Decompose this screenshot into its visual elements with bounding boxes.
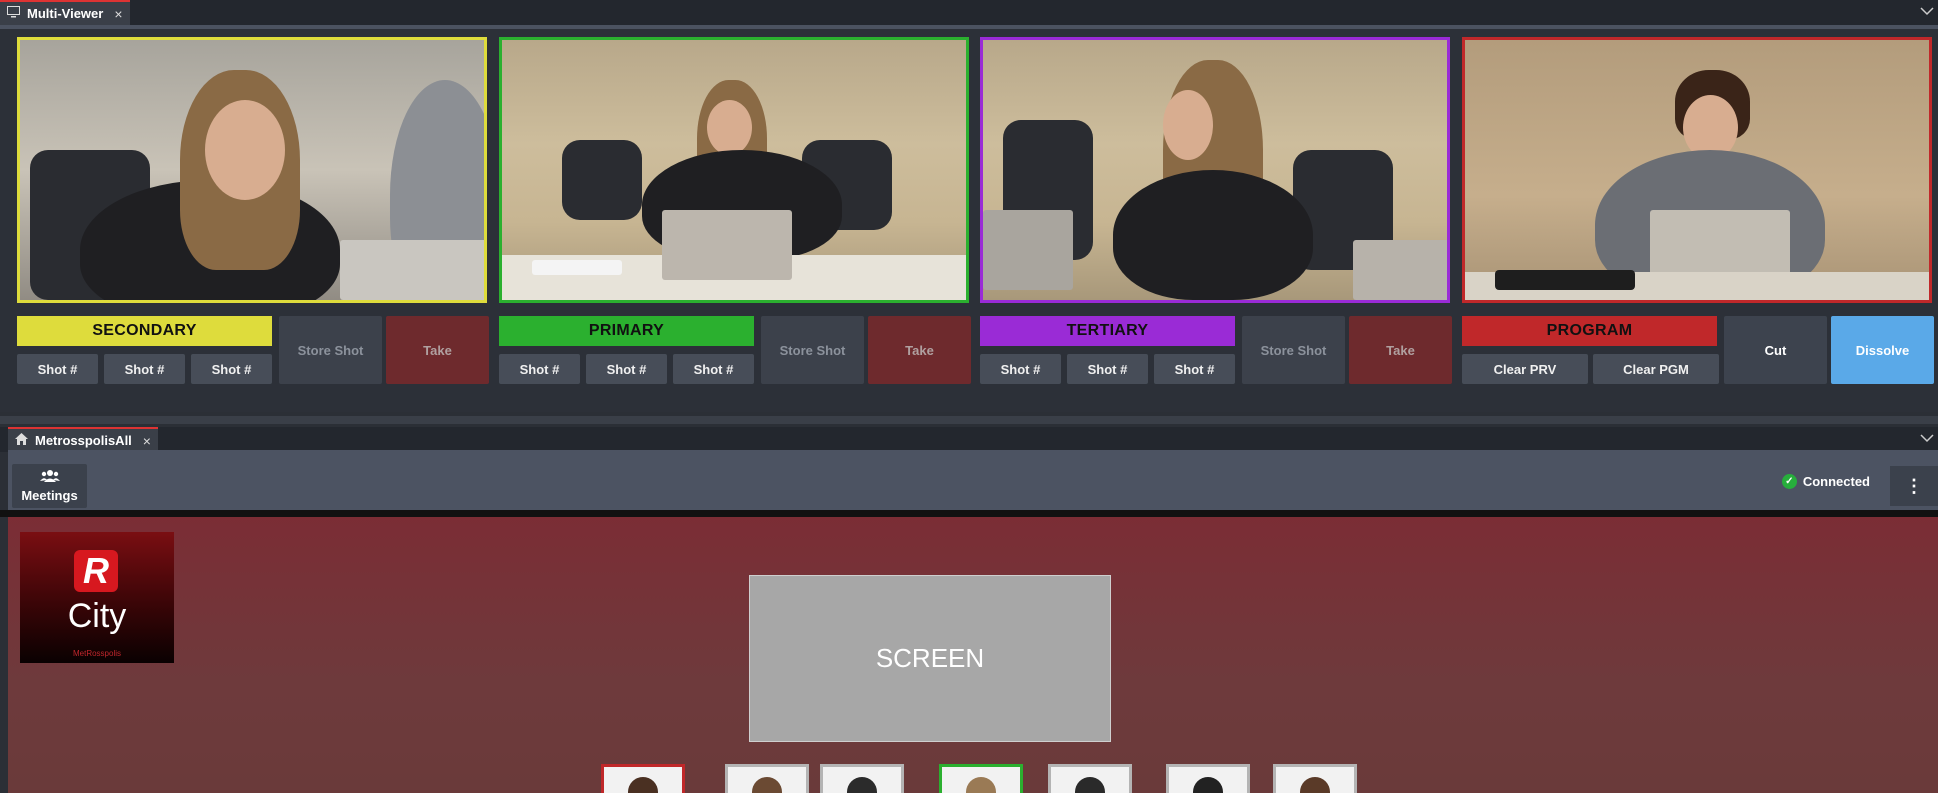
primary-shot-3-button[interactable]: Shot # xyxy=(673,354,754,384)
monitor-icon xyxy=(7,6,20,21)
close-icon[interactable]: × xyxy=(143,433,151,449)
tertiary-shot-3-button[interactable]: Shot # xyxy=(1154,354,1235,384)
program-video[interactable] xyxy=(1462,37,1932,303)
divider xyxy=(0,416,1938,424)
seat-7[interactable] xyxy=(1273,764,1357,793)
secondary-shot-1-button[interactable]: Shot # xyxy=(17,354,98,384)
dissolve-button[interactable]: Dissolve xyxy=(1831,316,1934,384)
primary-video[interactable] xyxy=(499,37,969,303)
logo-city: City xyxy=(67,597,127,635)
seat-4[interactable] xyxy=(939,764,1023,793)
secondary-shot-3-button[interactable]: Shot # xyxy=(191,354,272,384)
close-icon[interactable]: × xyxy=(114,6,122,22)
primary-store-shot-button[interactable]: Store Shot xyxy=(761,316,864,384)
seat-1[interactable] xyxy=(601,764,685,793)
users-icon xyxy=(39,469,60,486)
cut-button[interactable]: Cut xyxy=(1724,316,1827,384)
seat-6[interactable] xyxy=(1166,764,1250,793)
seat-5[interactable] xyxy=(1048,764,1132,793)
tertiary-shot-2-button[interactable]: Shot # xyxy=(1067,354,1148,384)
meetings-button[interactable]: Meetings xyxy=(12,464,87,508)
primary-take-button[interactable]: Take xyxy=(868,316,971,384)
tertiary-take-button[interactable]: Take xyxy=(1349,316,1452,384)
clear-prv-button[interactable]: Clear PRV xyxy=(1462,354,1588,384)
meetings-label: Meetings xyxy=(21,488,78,503)
logo-subtitle: MetRosspolis xyxy=(72,649,121,658)
primary-shot-1-button[interactable]: Shot # xyxy=(499,354,580,384)
multiviewer-panel: SECONDARY Shot # Shot # Shot # Store Sho… xyxy=(0,29,1938,412)
status-label: Connected xyxy=(1802,474,1870,489)
primary-label[interactable]: PRIMARY xyxy=(499,316,754,346)
home-icon xyxy=(15,433,28,448)
metrosspolis-tabbar: MetrosspolisAll × xyxy=(0,427,1938,452)
secondary-take-button[interactable]: Take xyxy=(386,316,489,384)
tab-metrosspolisall[interactable]: MetrosspolisAll × xyxy=(8,427,158,452)
secondary-video[interactable] xyxy=(17,37,487,303)
primary-shot-2-button[interactable]: Shot # xyxy=(586,354,667,384)
seat-2[interactable] xyxy=(725,764,809,793)
tab-title: Multi-Viewer xyxy=(27,6,104,21)
logo-letter: R xyxy=(74,550,118,592)
tertiary-shot-1-button[interactable]: Shot # xyxy=(980,354,1061,384)
secondary-label[interactable]: SECONDARY xyxy=(17,316,272,346)
secondary-shot-2-button[interactable]: Shot # xyxy=(104,354,185,384)
more-vertical-icon[interactable]: ⋮ xyxy=(1890,466,1938,506)
tertiary-video[interactable] xyxy=(980,37,1450,303)
divider xyxy=(0,510,1938,517)
toolbar: Meetings ✓ Connected ⋮ xyxy=(8,450,1938,510)
city-logo: R City MetRosspolis xyxy=(20,532,174,663)
multiviewer-tabbar: Multi-Viewer × xyxy=(0,0,1938,25)
secondary-store-shot-button[interactable]: Store Shot xyxy=(279,316,382,384)
tab-multi-viewer[interactable]: Multi-Viewer × xyxy=(0,0,130,25)
screen-label: SCREEN xyxy=(875,643,985,673)
tab-title: MetrosspolisAll xyxy=(35,433,132,448)
chevron-down-icon[interactable] xyxy=(1920,430,1934,446)
screen-area[interactable]: SCREEN xyxy=(749,575,1111,742)
tertiary-label[interactable]: TERTIARY xyxy=(980,316,1235,346)
check-circle-icon: ✓ xyxy=(1781,474,1797,489)
chevron-down-icon[interactable] xyxy=(1920,3,1934,19)
room-layout: R City MetRosspolis SCREEN xyxy=(8,517,1938,793)
clear-pgm-button[interactable]: Clear PGM xyxy=(1593,354,1719,384)
tertiary-store-shot-button[interactable]: Store Shot xyxy=(1242,316,1345,384)
program-label[interactable]: PROGRAM xyxy=(1462,316,1717,346)
connection-status: ✓ Connected xyxy=(1781,474,1870,489)
seat-3[interactable] xyxy=(820,764,904,793)
